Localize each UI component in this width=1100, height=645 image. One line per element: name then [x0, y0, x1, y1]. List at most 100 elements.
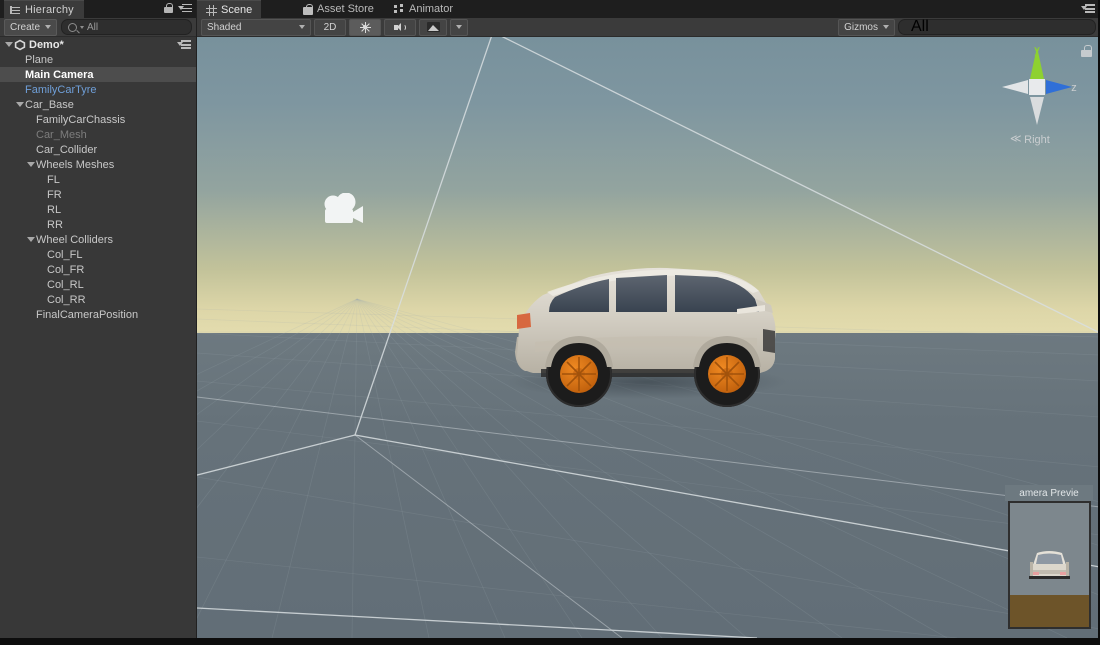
sun-icon — [360, 22, 371, 33]
scene-tabbar: Scene Asset Store Animator — [197, 0, 1100, 18]
camera-preview-title: amera Previe — [1005, 485, 1093, 501]
hierarchy-item-label: FR — [47, 189, 62, 201]
hierarchy-item-rr[interactable]: RR — [0, 217, 196, 232]
grid-icon — [206, 5, 217, 16]
effects-button[interactable] — [419, 19, 447, 36]
hierarchy-item-fl[interactable]: FL — [0, 172, 196, 187]
hierarchy-item-label: Car_Mesh — [36, 129, 87, 141]
hierarchy-search-value: All — [87, 22, 98, 33]
hierarchy-item-label: Col_RR — [47, 294, 86, 306]
tab-animator[interactable]: Animator — [385, 0, 462, 18]
hierarchy-item-label: FamilyCarTyre — [25, 84, 97, 96]
unity-editor-window: Hierarchy Create All Demo* Plane Main Came… — [0, 0, 1100, 645]
collapse-triangle-icon[interactable] — [26, 237, 36, 242]
lock-icon[interactable] — [164, 3, 173, 13]
hierarchy-item-rl[interactable]: RL — [0, 202, 196, 217]
store-bag-icon — [303, 4, 313, 15]
hierarchy-item-plane[interactable]: Plane — [0, 52, 196, 67]
orientation-view-label: Right — [996, 134, 1078, 146]
create-button[interactable]: Create — [4, 19, 57, 36]
create-button-label: Create — [10, 22, 40, 33]
camera-preview-frame — [1008, 501, 1091, 629]
panel-menu-icon[interactable] — [1081, 4, 1095, 13]
collapse-triangle-icon[interactable] — [4, 42, 14, 47]
hierarchy-item-label: FamilyCarChassis — [36, 114, 125, 126]
draw-mode-label: Shaded — [207, 22, 241, 33]
hierarchy-item-label: Main Camera — [25, 69, 93, 81]
scene-context-menu-icon[interactable] — [177, 40, 191, 49]
svg-text:z: z — [1071, 82, 1077, 94]
scene-panel: Scene Asset Store Animator Shaded 2D — [197, 0, 1100, 638]
hierarchy-item-col-rr[interactable]: Col_RR — [0, 292, 196, 307]
chevron-down-icon — [299, 25, 305, 29]
tab-hierarchy-label: Hierarchy — [25, 4, 74, 16]
hierarchy-item-main-camera[interactable]: Main Camera — [0, 67, 196, 82]
hierarchy-item-label: RR — [47, 219, 63, 231]
hierarchy-tabbar: Hierarchy — [0, 0, 196, 18]
hierarchy-header-controls — [164, 3, 192, 13]
hierarchy-item-label: Plane — [25, 54, 53, 66]
hierarchy-item-car-collider[interactable]: Car_Collider — [0, 142, 196, 157]
hierarchy-item-familycarchassis[interactable]: FamilyCarChassis — [0, 112, 196, 127]
hierarchy-panel: Hierarchy Create All Demo* Plane Main Came… — [0, 0, 196, 638]
scene-search-input[interactable]: All — [898, 19, 1096, 35]
unity-scene-icon — [14, 39, 26, 51]
search-icon — [68, 23, 77, 32]
collapse-triangle-icon[interactable] — [15, 102, 25, 107]
chevron-down-icon — [45, 25, 51, 29]
hierarchy-item-car-base[interactable]: Car_Base — [0, 97, 196, 112]
scene-viewport[interactable]: y z ≪ Right amera Previe — [197, 37, 1100, 638]
tab-asset-store-label: Asset Store — [317, 3, 374, 15]
animator-icon — [394, 4, 405, 15]
toggle-lighting-button[interactable] — [349, 19, 381, 36]
toggle-2d-label: 2D — [324, 22, 337, 33]
chevron-down-icon — [883, 25, 889, 29]
effects-dropdown[interactable] — [450, 19, 468, 36]
gizmos-label: Gizmos — [844, 22, 878, 33]
collapse-triangle-icon[interactable] — [26, 162, 36, 167]
hierarchy-tree[interactable]: Demo* Plane Main Camera FamilyCarTyre Car_Ba… — [0, 37, 196, 638]
orientation-gizmo[interactable]: y z ≪ Right — [996, 41, 1078, 146]
scene-toolbar: Shaded 2D — [197, 18, 1100, 37]
hierarchy-item-col-fr[interactable]: Col_FR — [0, 262, 196, 277]
tab-scene[interactable]: Scene — [197, 0, 261, 19]
hierarchy-item-demo[interactable]: Demo* — [0, 37, 196, 52]
scene-geometry — [197, 37, 1100, 638]
window-bottom-edge — [0, 638, 1100, 645]
toggle-2d-button[interactable]: 2D — [314, 19, 346, 36]
hierarchy-item-label: Demo* — [29, 39, 64, 51]
tab-hierarchy[interactable]: Hierarchy — [4, 0, 84, 19]
hierarchy-item-wheel-colliders[interactable]: Wheel Colliders — [0, 232, 196, 247]
hierarchy-item-col-rl[interactable]: Col_RL — [0, 277, 196, 292]
hierarchy-item-label: FinalCameraPosition — [36, 309, 138, 321]
hierarchy-item-label: Col_RL — [47, 279, 84, 291]
hierarchy-item-col-fl[interactable]: Col_FL — [0, 247, 196, 262]
view-lock-icon[interactable] — [1081, 45, 1092, 57]
scene-search-value: All — [911, 18, 929, 36]
hierarchy-item-label: RL — [47, 204, 61, 216]
hierarchy-item-car-mesh[interactable]: Car_Mesh — [0, 127, 196, 142]
gizmos-dropdown[interactable]: Gizmos — [838, 19, 895, 36]
hierarchy-search-input[interactable]: All — [61, 19, 192, 35]
movie-camera-icon[interactable] — [319, 193, 367, 227]
hierarchy-item-fr[interactable]: FR — [0, 187, 196, 202]
draw-mode-dropdown[interactable]: Shaded — [201, 19, 311, 36]
hierarchy-item-finalcameraposition[interactable]: FinalCameraPosition — [0, 307, 196, 322]
tab-asset-store[interactable]: Asset Store — [294, 0, 383, 18]
camera-preview-car — [1010, 503, 1089, 627]
hierarchy-item-label: FL — [47, 174, 60, 186]
hierarchy-item-label: Car_Base — [25, 99, 74, 111]
speaker-icon — [394, 22, 406, 33]
panel-menu-icon[interactable] — [178, 4, 192, 13]
hierarchy-item-wheels-meshes[interactable]: Wheels Meshes — [0, 157, 196, 172]
hierarchy-item-label: Wheel Colliders — [36, 234, 113, 246]
chevron-down-icon — [80, 26, 84, 29]
camera-preview-panel: amera Previe — [1005, 485, 1093, 630]
tab-scene-label: Scene — [221, 4, 252, 16]
hierarchy-item-familycartyre[interactable]: FamilyCarTyre — [0, 82, 196, 97]
effects-icon — [427, 22, 440, 32]
svg-text:y: y — [1034, 44, 1040, 56]
toggle-audio-button[interactable] — [384, 19, 416, 36]
hierarchy-list-icon — [10, 5, 21, 16]
hierarchy-item-label: Wheels Meshes — [36, 159, 114, 171]
